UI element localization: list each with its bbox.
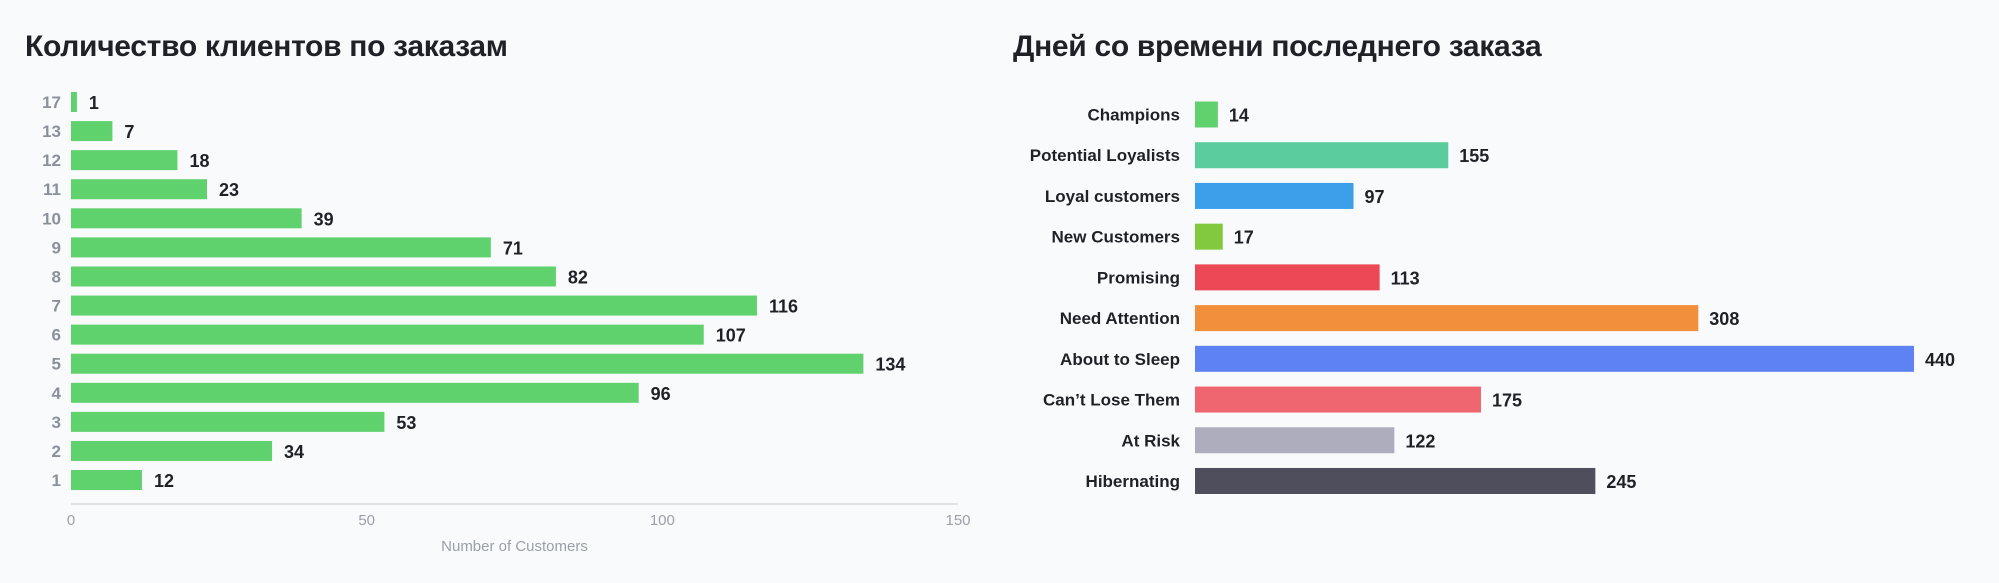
y-tick-label: 2: [52, 442, 61, 461]
y-tick-label: 10: [42, 209, 61, 228]
data-label: 308: [1709, 309, 1739, 329]
category-label: Potential Loyalists: [1030, 146, 1180, 165]
bar: [71, 295, 757, 316]
data-label: 175: [1492, 391, 1522, 411]
bar: [71, 470, 142, 491]
data-label: 1: [89, 93, 99, 113]
y-tick-label: 4: [52, 384, 62, 403]
data-label: 23: [219, 180, 239, 200]
y-tick-label: 6: [52, 326, 61, 345]
bar: [1195, 427, 1395, 454]
bar: [71, 353, 864, 374]
y-tick-label: 5: [52, 355, 61, 374]
data-label: 245: [1606, 472, 1636, 492]
data-label: 116: [769, 297, 798, 317]
y-tick-label: 7: [52, 297, 61, 316]
bar: [71, 440, 273, 461]
category-label: Promising: [1097, 268, 1180, 287]
data-label: 14: [1229, 106, 1249, 126]
category-label: Can’t Lose Them: [1043, 391, 1180, 410]
data-label: 107: [716, 326, 746, 346]
bar: [1195, 182, 1354, 209]
bar: [71, 150, 178, 171]
charts-canvas: 17 113 712 1811 2310 399 718 827 1166 1075 1344 963…: [42, 92, 1955, 555]
bar: [1195, 305, 1699, 332]
bar: [71, 92, 77, 112]
bar: [71, 382, 639, 403]
data-label: 53: [396, 413, 416, 433]
bar: [1195, 345, 1914, 372]
data-label: 17: [1234, 228, 1254, 248]
data-label: 18: [189, 151, 209, 171]
bar: [71, 121, 113, 142]
data-label: 34: [284, 442, 304, 462]
data-label: 440: [1925, 350, 1955, 370]
category-label: Loyal customers: [1045, 187, 1180, 206]
bar: [1195, 142, 1449, 169]
bar: [1195, 467, 1596, 494]
data-label: 96: [651, 384, 671, 404]
y-tick-label: 8: [52, 267, 61, 286]
category-label: About to Sleep: [1060, 350, 1180, 369]
data-label: 7: [124, 122, 134, 142]
y-tick-label: 13: [42, 122, 61, 141]
data-label: 82: [568, 267, 588, 287]
category-label: Need Attention: [1060, 309, 1180, 328]
category-label: At Risk: [1121, 431, 1180, 450]
y-tick-label: 1: [52, 471, 61, 490]
x-tick-label: 150: [945, 512, 970, 529]
category-label: Hibernating: [1086, 472, 1180, 491]
bar: [71, 208, 302, 229]
x-axis-title: Number of Customers: [441, 538, 588, 555]
data-label: 12: [154, 471, 174, 491]
category-label: New Customers: [1052, 228, 1180, 247]
bar: [71, 179, 208, 200]
bar: [1195, 264, 1380, 291]
bar: [1195, 386, 1481, 413]
x-tick-label: 0: [67, 512, 75, 529]
x-tick-label: 100: [650, 512, 675, 529]
data-label: 134: [875, 355, 905, 375]
bar: [71, 237, 491, 258]
bar: [71, 411, 385, 432]
bar: [71, 266, 556, 287]
bar: [71, 324, 704, 345]
y-tick-label: 11: [43, 180, 61, 199]
category-label: Champions: [1087, 106, 1180, 125]
y-tick-label: 3: [52, 413, 61, 432]
data-label: 39: [314, 209, 334, 229]
y-tick-label: 17: [42, 93, 61, 112]
data-label: 71: [503, 238, 523, 258]
bar: [1195, 223, 1223, 250]
data-label: 155: [1459, 146, 1489, 166]
bar: [1195, 101, 1218, 128]
data-label: 113: [1391, 268, 1420, 288]
y-tick-label: 9: [52, 238, 61, 257]
x-tick-label: 50: [358, 512, 375, 529]
data-label: 97: [1365, 187, 1385, 207]
data-label: 122: [1405, 431, 1435, 451]
y-tick-label: 12: [42, 151, 61, 170]
